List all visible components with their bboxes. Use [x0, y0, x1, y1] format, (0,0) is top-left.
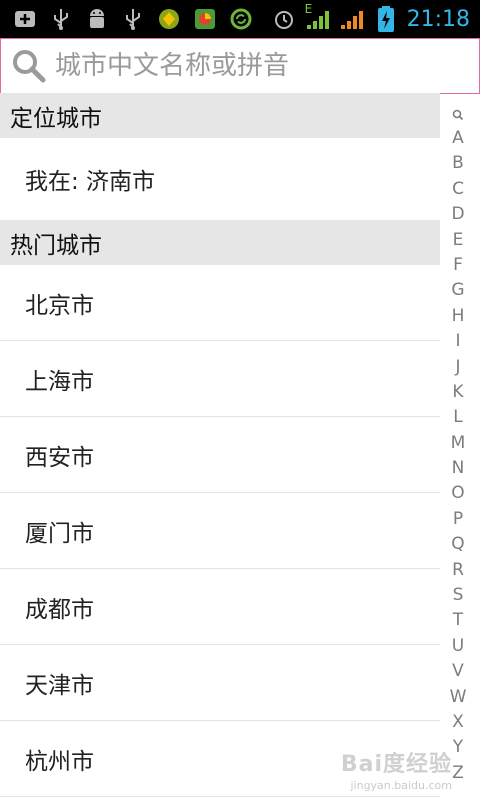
section-header-located-city: 定位城市: [0, 93, 440, 138]
alphabet-index-bar[interactable]: A B C D E F G H I J K L M N O P Q R S T …: [440, 104, 476, 786]
city-list[interactable]: 定位城市 我在: 济南市 热门城市 北京市 上海市 西安市 厦门市 成都市 天津…: [0, 93, 440, 797]
status-right: E 21:18: [271, 2, 480, 32]
network-type-label: E: [304, 2, 313, 16]
watermark-url: jingyan.baidu.com: [350, 779, 452, 792]
list-item[interactable]: 成都市: [0, 569, 440, 645]
index-letter[interactable]: W: [450, 685, 467, 710]
index-letter[interactable]: N: [452, 456, 465, 481]
index-letter[interactable]: J: [455, 355, 460, 380]
app-icon: [156, 6, 182, 32]
index-letter[interactable]: A: [452, 126, 464, 151]
index-letter[interactable]: B: [452, 151, 464, 176]
index-letter[interactable]: L: [453, 405, 462, 430]
list-item-current-location[interactable]: 我在: 济南市: [0, 138, 440, 220]
index-letter[interactable]: G: [451, 278, 464, 303]
alarm-icon: [271, 6, 297, 32]
sync-icon: [228, 6, 254, 32]
index-letter[interactable]: U: [452, 634, 464, 659]
list-item[interactable]: 天津市: [0, 645, 440, 721]
index-letter[interactable]: K: [452, 380, 463, 405]
gallery-icon: [192, 6, 218, 32]
list-item[interactable]: 上海市: [0, 341, 440, 417]
search-bar[interactable]: [0, 38, 480, 94]
list-item[interactable]: 西安市: [0, 417, 440, 493]
index-letter[interactable]: E: [453, 228, 464, 253]
index-letter[interactable]: Y: [453, 735, 463, 760]
signal-icon: [339, 6, 365, 32]
index-letter[interactable]: D: [451, 202, 464, 227]
index-letter[interactable]: P: [453, 507, 463, 532]
section-header-hot-cities: 热门城市: [0, 220, 440, 265]
index-letter[interactable]: V: [452, 659, 464, 684]
battery-charging-icon: [373, 6, 399, 32]
index-letter[interactable]: M: [451, 431, 466, 456]
clock-time: 21:18: [406, 6, 470, 32]
notification-icons: [0, 6, 254, 32]
list-item[interactable]: 北京市: [0, 265, 440, 341]
list-item[interactable]: 厦门市: [0, 493, 440, 569]
index-letter[interactable]: O: [451, 481, 464, 506]
city-search-input[interactable]: [53, 43, 457, 89]
index-letter[interactable]: I: [455, 329, 460, 354]
usb-icon: [48, 6, 74, 32]
signal-icon: E: [305, 2, 331, 32]
android-debug-icon: [84, 6, 110, 32]
add-icon: [12, 6, 38, 32]
index-letter[interactable]: T: [453, 608, 463, 633]
watermark: Bai度经验: [340, 752, 452, 777]
index-letter[interactable]: F: [453, 253, 463, 278]
index-letter[interactable]: H: [452, 304, 465, 329]
index-letter[interactable]: X: [452, 710, 464, 735]
usb-icon: [120, 6, 146, 32]
index-letter[interactable]: Z: [452, 761, 464, 786]
index-letter[interactable]: C: [452, 177, 464, 202]
search-icon: [9, 46, 49, 86]
index-letter[interactable]: Q: [451, 532, 464, 557]
index-letter[interactable]: R: [452, 558, 464, 583]
index-search-icon[interactable]: [452, 104, 464, 126]
index-letter[interactable]: S: [453, 583, 464, 608]
status-bar: E 21:18: [0, 0, 480, 38]
